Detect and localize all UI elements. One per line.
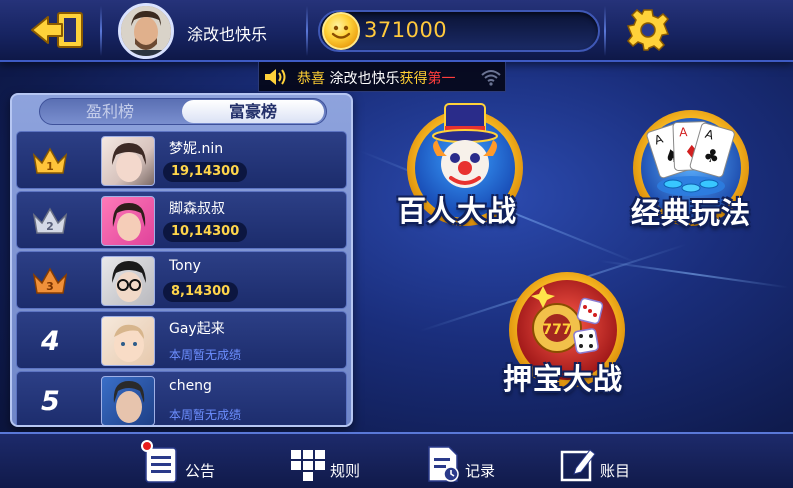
settings-button[interactable] xyxy=(624,6,672,54)
gold-coin-icon xyxy=(322,12,360,50)
player-name: 脚森叔叔 xyxy=(169,201,225,217)
leaderboard-list[interactable]: 1 梦妮.nin 19,14300 2 脚森叔叔 10,14300 3 Tony… xyxy=(16,131,347,425)
nav-label: 公告 xyxy=(185,462,216,480)
speaker-icon xyxy=(265,69,286,85)
player-avatar xyxy=(101,196,155,246)
nav-record[interactable]: 记录 xyxy=(423,442,503,486)
game-title: 百人大战 xyxy=(397,194,518,228)
game-title: 押宝大战 xyxy=(503,362,624,396)
rank-number: 4 xyxy=(41,326,60,357)
nav-label: 账目 xyxy=(600,462,631,480)
svg-text:777: 777 xyxy=(542,322,571,338)
back-exit-icon xyxy=(31,12,83,48)
bronze-crown-icon: 3 xyxy=(32,267,68,294)
user-portrait xyxy=(121,6,171,56)
record-document-icon xyxy=(428,446,459,482)
leaderboard-row[interactable]: 2 脚森叔叔 10,14300 xyxy=(16,191,347,249)
coin-balance xyxy=(318,10,600,52)
top-bar: 涂改也快乐 371000 xyxy=(0,0,793,62)
nav-label: 记录 xyxy=(465,462,496,480)
player-name: 梦妮.nin xyxy=(169,141,224,157)
leaderboard-row[interactable]: 5 cheng 本周暂无成绩 xyxy=(16,371,347,425)
divider xyxy=(100,6,102,56)
rules-grid-icon xyxy=(291,450,325,481)
divider xyxy=(604,6,606,56)
broadcast-rank: 第一 xyxy=(427,71,456,87)
rank-number: 5 xyxy=(41,386,60,417)
notification-dot xyxy=(141,440,153,452)
nav-label: 规则 xyxy=(330,462,361,480)
player-score: 19,14300 xyxy=(163,162,248,182)
broadcast-prefix: 恭喜 xyxy=(297,71,325,87)
game-treasure-battle[interactable]: 777 押宝大战 xyxy=(497,268,647,398)
wifi-icon xyxy=(481,70,501,86)
nav-ledger[interactable]: 账目 xyxy=(558,442,638,486)
leaderboard-row[interactable]: 3 Tony 8,14300 xyxy=(16,251,347,309)
edit-ledger-icon xyxy=(560,449,596,482)
player-score: 8,14300 xyxy=(163,282,239,302)
broadcast-marquee: 恭喜 涂改也快乐获得第一 xyxy=(258,62,506,92)
rank-number: 2 xyxy=(46,220,54,233)
player-avatar xyxy=(101,376,155,425)
tab-profit[interactable]: 盈利榜 xyxy=(50,99,170,124)
player-name: Gay起来 xyxy=(169,321,225,337)
player-name: cheng xyxy=(169,378,212,394)
bottom-nav: 公告 规则 记录 账目 xyxy=(0,432,793,488)
back-exit-button[interactable] xyxy=(28,10,88,50)
player-avatar xyxy=(101,136,155,186)
svg-text:A: A xyxy=(679,125,688,139)
game-classic[interactable]: A ♠ A ♦ A ♣ 经典玩法 xyxy=(625,100,775,230)
leaderboard-tabs: 盈利榜 富豪榜 xyxy=(39,98,327,125)
silver-crown-icon: 2 xyxy=(32,207,68,234)
player-avatar xyxy=(101,316,155,366)
nav-notice[interactable]: 公告 xyxy=(141,440,221,486)
broadcast-player: 涂改也快乐 xyxy=(329,71,400,87)
player-name: Tony xyxy=(169,258,201,274)
tab-rich[interactable]: 富豪榜 xyxy=(182,100,324,123)
game-hundred-battle[interactable]: 百人大战 xyxy=(393,100,543,230)
leaderboard-row[interactable]: 4 Gay起来 本周暂无成绩 xyxy=(16,311,347,369)
gold-crown-icon: 1 xyxy=(32,147,68,174)
gear-icon xyxy=(626,8,670,52)
player-avatar xyxy=(101,256,155,306)
leaderboard-row[interactable]: 1 梦妮.nin 19,14300 xyxy=(16,131,347,189)
nav-rules[interactable]: 规则 xyxy=(288,442,368,486)
leaderboard-panel: 盈利榜 富豪榜 1 梦妮.nin 19,14300 2 脚森叔叔 10,1430… xyxy=(10,93,353,427)
avatar[interactable] xyxy=(118,3,174,59)
no-score-label: 本周暂无成绩 xyxy=(169,348,242,362)
rank-number: 3 xyxy=(46,280,54,293)
player-score: 10,14300 xyxy=(163,222,248,242)
no-score-label: 本周暂无成绩 xyxy=(169,408,242,422)
divider xyxy=(306,6,308,56)
broadcast-verb: 获得 xyxy=(399,71,428,87)
coin-amount: 371000 xyxy=(364,18,448,42)
rank-number: 1 xyxy=(46,160,54,173)
game-title: 经典玩法 xyxy=(631,196,752,230)
username: 涂改也快乐 xyxy=(187,25,268,44)
broadcast-message: 恭喜 涂改也快乐获得第一 xyxy=(297,68,455,88)
